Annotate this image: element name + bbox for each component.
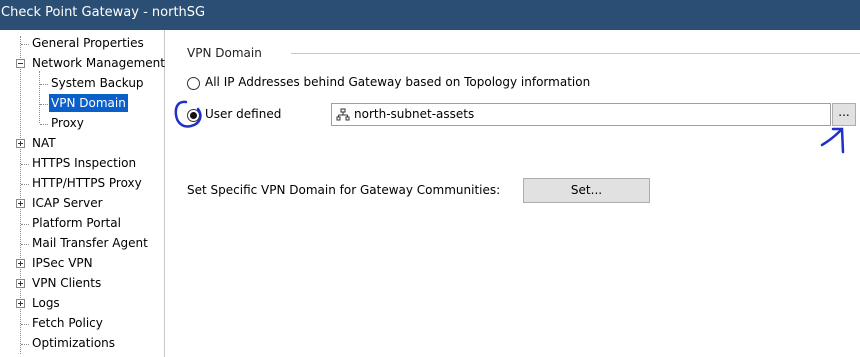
tree-connector [40, 124, 48, 125]
tree-connector [21, 184, 29, 185]
tree-item-mail-transfer-agent[interactable]: Mail Transfer Agent [30, 234, 150, 252]
topology-radio[interactable] [187, 77, 200, 90]
vpn-domain-value: north-subnet-assets [354, 107, 475, 121]
vpn-domain-panel: VPN Domain All IP Addresses behind Gatew… [165, 30, 860, 357]
tree-connector [21, 224, 29, 225]
tree-connector [40, 104, 48, 105]
expand-icon[interactable] [16, 259, 25, 268]
tree-item-logs[interactable]: Logs [30, 294, 62, 312]
tree-item-ipsec-vpn[interactable]: IPSec VPN [30, 254, 95, 272]
vpn-domain-field[interactable]: north-subnet-assets [331, 103, 831, 126]
tree-connector [21, 344, 29, 345]
topology-option-label[interactable]: All IP Addresses behind Gateway based on… [205, 75, 590, 89]
tree-item-optimizations[interactable]: Optimizations [30, 334, 117, 352]
navigation-tree: General Properties Network Management Sy… [0, 30, 165, 357]
group-divider [291, 53, 860, 54]
browse-button[interactable]: ... [832, 103, 856, 126]
tree-item-fetch-policy[interactable]: Fetch Policy [30, 314, 105, 332]
tree-connector [21, 44, 29, 45]
network-group-icon [336, 108, 350, 121]
expand-icon[interactable] [16, 139, 25, 148]
tree-connector [40, 84, 48, 85]
tree-item-nat[interactable]: NAT [30, 134, 58, 152]
user-defined-option-label[interactable]: User defined [205, 107, 281, 121]
tree-item-http-https-proxy[interactable]: HTTP/HTTPS Proxy [30, 174, 144, 192]
expand-icon[interactable] [16, 299, 25, 308]
tree-item-vpn-domain[interactable]: VPN Domain [49, 94, 128, 112]
communities-label: Set Specific VPN Domain for Gateway Comm… [187, 183, 501, 197]
expand-icon[interactable] [16, 199, 25, 208]
tree-connector [21, 164, 29, 165]
tree-sub-guide-line [39, 71, 40, 123]
annotation-circle-mark [174, 100, 202, 128]
tree-item-general-properties[interactable]: General Properties [30, 34, 146, 52]
tree-item-vpn-clients[interactable]: VPN Clients [30, 274, 103, 292]
tree-connector [21, 324, 29, 325]
tree-connector [21, 244, 29, 245]
tree-item-icap-server[interactable]: ICAP Server [30, 194, 105, 212]
tree-item-https-inspection[interactable]: HTTPS Inspection [30, 154, 138, 172]
tree-item-proxy[interactable]: Proxy [49, 114, 86, 132]
tree-item-network-management[interactable]: Network Management [30, 54, 167, 72]
collapse-icon[interactable] [16, 59, 25, 68]
window-title: Check Point Gateway - northSG [0, 0, 860, 30]
annotation-arrow-mark [820, 127, 845, 154]
tree-item-system-backup[interactable]: System Backup [49, 74, 146, 92]
expand-icon[interactable] [16, 279, 25, 288]
tree-item-platform-portal[interactable]: Platform Portal [30, 214, 123, 232]
group-title: VPN Domain [187, 46, 262, 60]
set-communities-button[interactable]: Set... [523, 178, 650, 203]
